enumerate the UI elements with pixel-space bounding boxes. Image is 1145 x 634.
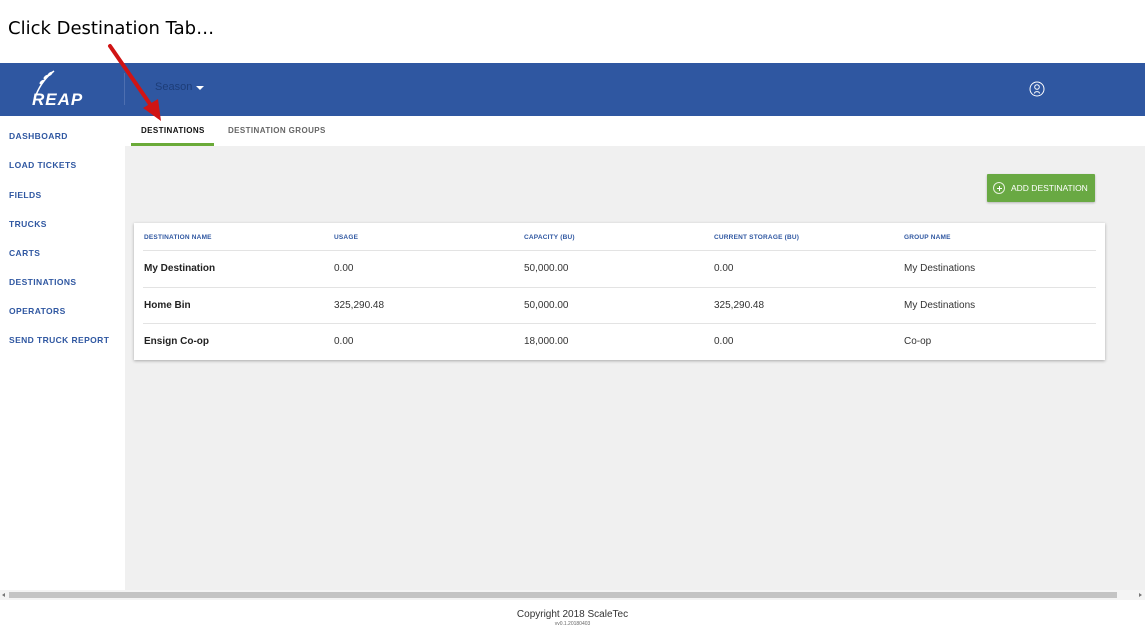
tab-bar: DESTINATIONS DESTINATION GROUPS <box>125 116 1145 146</box>
table-row[interactable]: Home Bin 325,290.48 50,000.00 325,290.48… <box>134 287 1105 323</box>
table-row[interactable]: Ensign Co-op 0.00 18,000.00 0.00 Co-op <box>134 323 1105 359</box>
main-content: DESTINATIONS DESTINATION GROUPS ADD DEST… <box>125 116 1145 590</box>
column-header-capacity[interactable]: CAPACITY (BU) <box>524 234 575 241</box>
user-circle-icon[interactable] <box>1029 81 1045 97</box>
capacity-cell: 18,000.00 <box>524 336 569 347</box>
sidebar-item-dashboard[interactable]: DASHBOARD <box>9 131 68 141</box>
current-storage-cell: 0.00 <box>714 336 734 347</box>
row-divider <box>143 250 1096 251</box>
usage-cell: 0.00 <box>334 263 354 274</box>
current-storage-cell: 0.00 <box>714 263 734 274</box>
group-name-cell: My Destinations <box>904 263 976 274</box>
sidebar-item-trucks[interactable]: TRUCKS <box>9 219 47 229</box>
page-footer: Copyright 2018 ScaleTec vv0.1.20180403 <box>0 600 1145 634</box>
capacity-cell: 50,000.00 <box>524 263 569 274</box>
column-header-current-storage[interactable]: CURRENT STORAGE (BU) <box>714 234 799 241</box>
instruction-caption: Click Destination Tab… <box>8 18 215 39</box>
copyright-text: Copyright 2018 ScaleTec <box>516 609 629 620</box>
destinations-table: DESTINATION NAME USAGE CAPACITY (BU) CUR… <box>134 223 1105 360</box>
column-header-usage[interactable]: USAGE <box>334 234 358 241</box>
header-divider <box>124 73 125 105</box>
scroll-right-arrow-icon[interactable] <box>1139 593 1142 597</box>
logo-text: REAP <box>32 90 84 109</box>
sidebar-item-fields[interactable]: FIELDS <box>9 190 42 200</box>
version-text: vv0.1.20180403 <box>554 621 591 627</box>
row-divider <box>143 323 1096 324</box>
usage-cell: 0.00 <box>334 336 354 347</box>
tab-destinations[interactable]: DESTINATIONS <box>141 126 205 135</box>
scroll-left-arrow-icon[interactable] <box>2 593 5 597</box>
sidebar-item-load-tickets[interactable]: LOAD TICKETS <box>9 160 77 170</box>
top-navbar: REAP Season <box>0 63 1145 116</box>
group-name-cell: Co-op <box>904 336 932 347</box>
destination-name-cell: Home Bin <box>144 300 191 311</box>
current-storage-cell: 325,290.48 <box>714 300 765 311</box>
table-row[interactable]: My Destination 0.00 50,000.00 0.00 My De… <box>134 250 1105 286</box>
sidebar-item-destinations[interactable]: DESTINATIONS <box>9 277 76 287</box>
tab-destination-groups[interactable]: DESTINATION GROUPS <box>228 126 326 135</box>
add-destination-button[interactable]: ADD DESTINATION <box>987 174 1095 202</box>
column-header-group-name[interactable]: GROUP NAME <box>904 234 951 241</box>
usage-cell: 325,290.48 <box>334 300 385 311</box>
caret-down-icon <box>196 85 205 90</box>
row-divider <box>143 287 1096 288</box>
season-dropdown[interactable]: Season <box>155 81 205 93</box>
destination-name-cell: My Destination <box>144 263 216 274</box>
scrollbar-thumb[interactable] <box>9 592 1117 598</box>
active-tab-indicator <box>131 143 214 146</box>
sidebar-item-carts[interactable]: CARTS <box>9 248 40 258</box>
sidebar-item-send-truck-report[interactable]: SEND TRUCK REPORT <box>9 335 109 345</box>
sidebar-item-operators[interactable]: OPERATORS <box>9 306 66 316</box>
destination-name-cell: Ensign Co-op <box>144 336 209 347</box>
season-label: Season <box>155 81 193 93</box>
sidebar: DASHBOARD LOAD TICKETS FIELDS TRUCKS CAR… <box>0 116 125 590</box>
column-header-destination-name[interactable]: DESTINATION NAME <box>144 234 212 241</box>
add-destination-label: ADD DESTINATION <box>1011 183 1088 193</box>
horizontal-scrollbar[interactable] <box>0 590 1145 600</box>
plus-circle-icon <box>993 182 1005 194</box>
capacity-cell: 50,000.00 <box>524 300 569 311</box>
group-name-cell: My Destinations <box>904 300 976 311</box>
